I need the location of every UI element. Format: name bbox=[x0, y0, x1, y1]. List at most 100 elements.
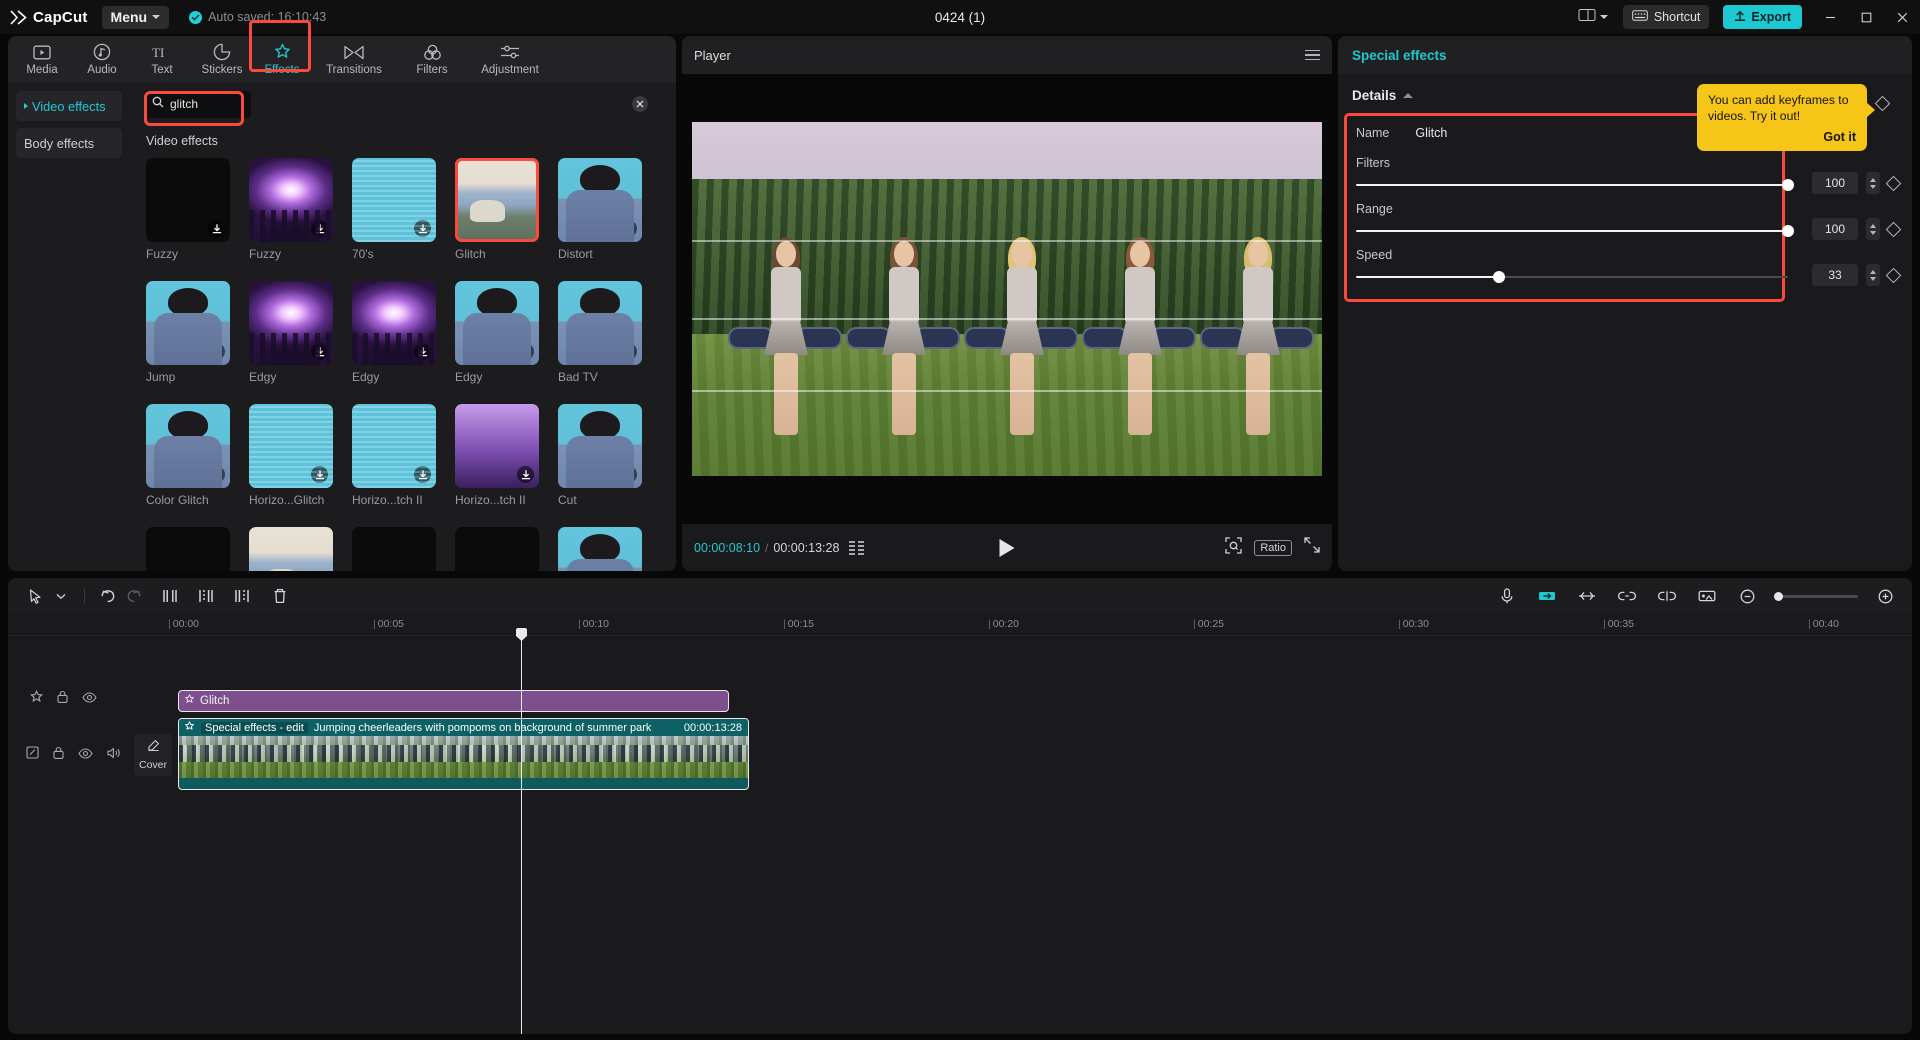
trim-left-button[interactable] bbox=[193, 583, 219, 609]
zoom-slider[interactable] bbox=[1774, 595, 1858, 598]
property-value[interactable]: 100 bbox=[1812, 218, 1858, 240]
effect-thumbnail[interactable] bbox=[146, 527, 230, 571]
effect-item[interactable]: Cut bbox=[558, 404, 642, 507]
keyframe-icon[interactable] bbox=[1886, 267, 1902, 283]
ratio-button[interactable]: Ratio bbox=[1254, 540, 1292, 556]
effect-item[interactable] bbox=[455, 527, 539, 571]
category-video-effects[interactable]: Video effects bbox=[16, 91, 122, 121]
download-icon[interactable] bbox=[620, 466, 637, 483]
download-icon[interactable] bbox=[311, 343, 328, 360]
video-area[interactable] bbox=[682, 74, 1332, 524]
effect-item[interactable]: Glitch bbox=[455, 158, 539, 261]
effect-item[interactable]: Edgy bbox=[249, 281, 333, 384]
effect-thumbnail[interactable] bbox=[146, 281, 230, 365]
download-icon[interactable] bbox=[414, 220, 431, 237]
keyframe-icon[interactable] bbox=[1886, 175, 1902, 191]
select-tool-button[interactable] bbox=[22, 583, 48, 609]
fullscreen-icon[interactable] bbox=[1304, 537, 1320, 558]
category-body-effects[interactable]: Body effects bbox=[16, 128, 122, 158]
effect-thumbnail[interactable] bbox=[352, 158, 436, 242]
effect-thumbnail[interactable] bbox=[455, 158, 539, 242]
tab-transitions[interactable]: Transitions bbox=[312, 37, 396, 81]
speed-button[interactable] bbox=[1574, 583, 1600, 609]
effect-item[interactable]: Fuzzy bbox=[146, 158, 230, 261]
keyframe-icon[interactable] bbox=[1886, 221, 1902, 237]
close-button[interactable] bbox=[1884, 0, 1920, 34]
effect-thumbnail[interactable] bbox=[558, 281, 642, 365]
effect-thumbnail[interactable] bbox=[455, 281, 539, 365]
effect-thumbnail[interactable] bbox=[455, 404, 539, 488]
download-icon[interactable] bbox=[208, 466, 225, 483]
effect-item[interactable]: Distort bbox=[558, 158, 642, 261]
hamburger-icon[interactable] bbox=[1305, 50, 1320, 61]
property-value[interactable]: 33 bbox=[1812, 264, 1858, 286]
effect-thumbnail[interactable] bbox=[352, 527, 436, 571]
unlink-button[interactable] bbox=[1654, 583, 1680, 609]
property-slider[interactable] bbox=[1356, 179, 1788, 191]
download-icon[interactable] bbox=[620, 343, 637, 360]
slider-knob[interactable] bbox=[1493, 271, 1505, 283]
search-input-wrapper[interactable] bbox=[144, 91, 251, 118]
effect-item[interactable]: Horizo...tch II bbox=[352, 404, 436, 507]
tab-text[interactable]: TI Text bbox=[132, 37, 192, 81]
effect-item[interactable] bbox=[146, 527, 230, 571]
property-stepper[interactable] bbox=[1866, 172, 1880, 194]
effect-thumbnail[interactable] bbox=[249, 281, 333, 365]
effect-thumbnail[interactable] bbox=[249, 158, 333, 242]
link-button[interactable] bbox=[1614, 583, 1640, 609]
lock-icon[interactable] bbox=[57, 690, 68, 708]
maximize-button[interactable] bbox=[1848, 0, 1884, 34]
slider-knob[interactable] bbox=[1782, 225, 1794, 237]
favorite-star-icon[interactable] bbox=[496, 343, 513, 360]
tab-stickers[interactable]: Stickers bbox=[192, 37, 252, 81]
effect-item[interactable]: Jump bbox=[146, 281, 230, 384]
undo-button[interactable] bbox=[95, 583, 121, 609]
clear-search-button[interactable] bbox=[632, 96, 648, 112]
search-input[interactable] bbox=[170, 97, 243, 111]
pin-icon[interactable] bbox=[30, 690, 43, 708]
effect-item[interactable] bbox=[249, 527, 333, 571]
effect-thumbnail[interactable] bbox=[146, 158, 230, 242]
tab-effects[interactable]: Effects bbox=[252, 37, 312, 81]
microphone-button[interactable] bbox=[1494, 583, 1520, 609]
lock-icon[interactable] bbox=[53, 746, 64, 764]
effect-clip[interactable]: Glitch bbox=[178, 690, 729, 712]
tab-filters[interactable]: Filters bbox=[396, 37, 468, 81]
tool-dropdown-button[interactable] bbox=[48, 583, 74, 609]
shortcut-button[interactable]: Shortcut bbox=[1623, 5, 1710, 29]
property-value[interactable]: 100 bbox=[1812, 172, 1858, 194]
property-stepper[interactable] bbox=[1866, 264, 1880, 286]
effect-item[interactable]: 70's bbox=[352, 158, 436, 261]
minimize-button[interactable] bbox=[1812, 0, 1848, 34]
download-icon[interactable] bbox=[414, 343, 431, 360]
effect-thumbnail[interactable] bbox=[352, 404, 436, 488]
layout-button[interactable] bbox=[1571, 5, 1615, 29]
playhead[interactable] bbox=[521, 636, 522, 1034]
download-icon[interactable] bbox=[311, 220, 328, 237]
split-button[interactable] bbox=[157, 583, 183, 609]
cover-button[interactable]: Cover bbox=[134, 734, 172, 776]
effect-thumbnail[interactable] bbox=[455, 527, 539, 571]
property-slider[interactable] bbox=[1356, 225, 1788, 237]
effect-item[interactable]: Fuzzy bbox=[249, 158, 333, 261]
effect-item[interactable]: Horizo...tch II bbox=[455, 404, 539, 507]
play-button[interactable] bbox=[1000, 539, 1015, 557]
auto-reframe-button[interactable] bbox=[1534, 583, 1560, 609]
effect-thumbnail[interactable] bbox=[558, 158, 642, 242]
visibility-icon[interactable] bbox=[78, 746, 93, 764]
mute-icon[interactable] bbox=[107, 746, 121, 764]
export-button[interactable]: Export bbox=[1723, 5, 1802, 29]
edit-track-icon[interactable] bbox=[26, 746, 39, 764]
effect-item[interactable]: Color Glitch bbox=[146, 404, 230, 507]
download-icon[interactable] bbox=[311, 466, 328, 483]
keyframe-icon-top[interactable] bbox=[1877, 98, 1888, 109]
effect-thumbnail[interactable] bbox=[249, 404, 333, 488]
property-stepper[interactable] bbox=[1866, 218, 1880, 240]
download-icon[interactable] bbox=[620, 220, 637, 237]
audio-levels-icon[interactable] bbox=[849, 541, 864, 555]
tab-adjustment[interactable]: Adjustment bbox=[468, 37, 552, 81]
visibility-icon[interactable] bbox=[82, 690, 97, 708]
timeline-ruler[interactable]: 00:0000:0500:1000:1500:2000:2500:3000:35… bbox=[8, 614, 1912, 636]
redo-button[interactable] bbox=[121, 583, 147, 609]
effect-thumbnail[interactable] bbox=[558, 404, 642, 488]
